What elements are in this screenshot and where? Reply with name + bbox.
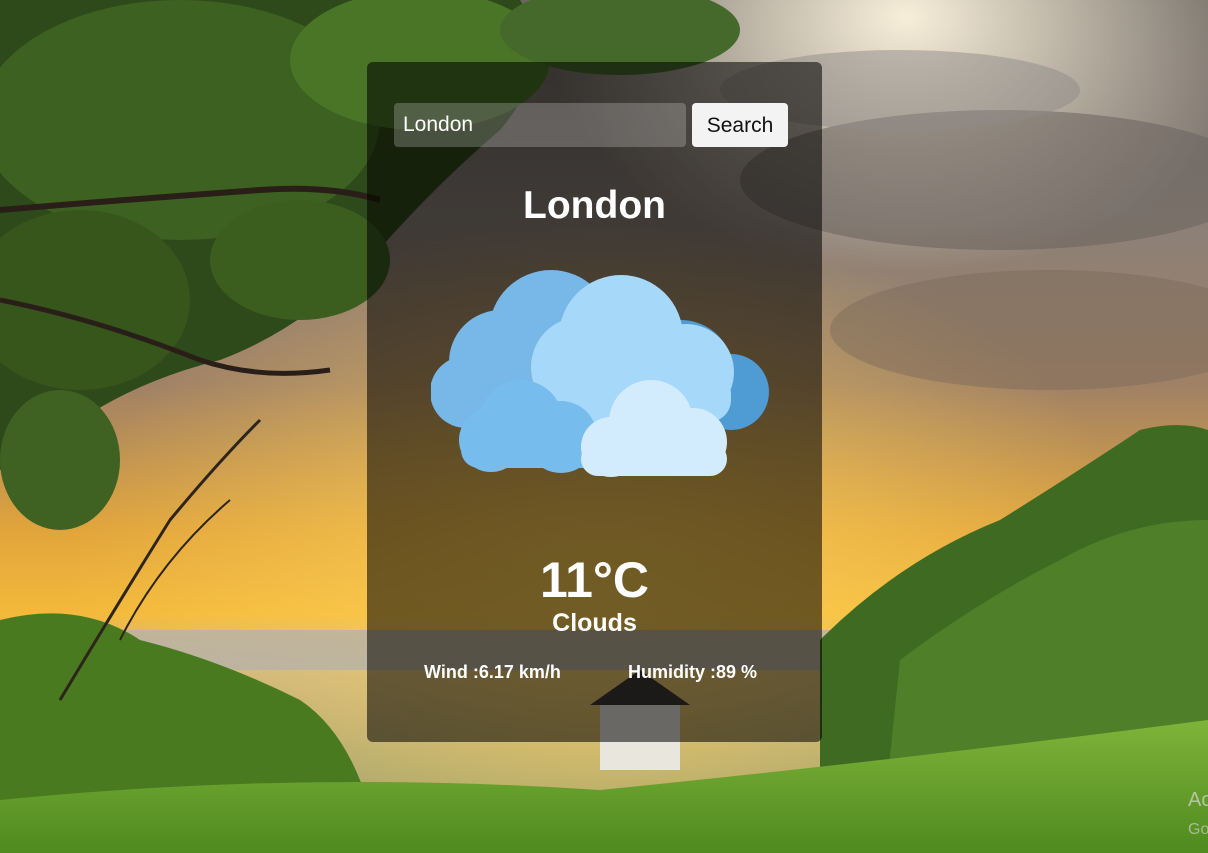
weather-condition: Clouds bbox=[552, 609, 637, 637]
search-button[interactable]: Search bbox=[692, 103, 788, 147]
temperature: 11°C bbox=[540, 552, 649, 608]
humidity-value: 89 % bbox=[716, 662, 758, 682]
wind-value: 6.17 km/h bbox=[478, 662, 561, 682]
weather-details: Wind :6.17 km/h Humidity :89 % bbox=[367, 662, 822, 686]
search-bar: Search bbox=[394, 103, 788, 147]
search-input[interactable] bbox=[394, 103, 686, 147]
svg-text:Ac: Ac bbox=[1188, 789, 1208, 811]
weather-card: Search London bbox=[367, 62, 822, 742]
clouds-icon bbox=[430, 252, 773, 482]
city-name: London bbox=[523, 184, 666, 227]
wind-label: Wind : bbox=[424, 662, 479, 682]
humidity-info: Humidity :89 % bbox=[628, 662, 757, 683]
svg-text:Go: Go bbox=[1188, 821, 1208, 838]
humidity-label: Humidity : bbox=[628, 662, 716, 682]
wind-info: Wind :6.17 km/h bbox=[424, 662, 561, 683]
